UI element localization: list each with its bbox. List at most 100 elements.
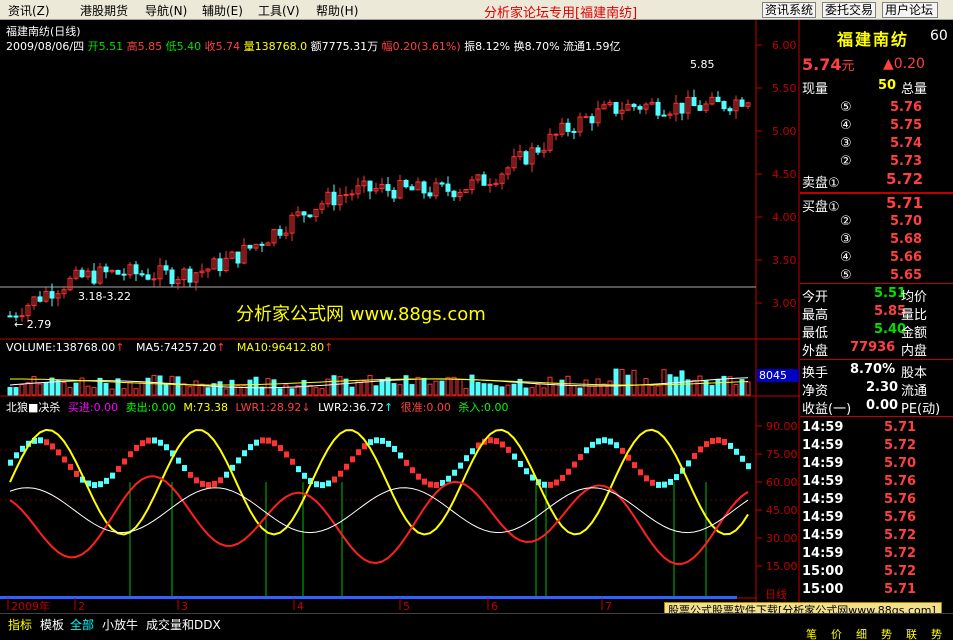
indicator-block (644, 475, 649, 482)
volume-bar (673, 376, 679, 396)
candle-body (121, 273, 127, 276)
indicator-block (284, 451, 289, 458)
candle-body (421, 181, 427, 194)
bid-level-label: ③ (840, 232, 852, 247)
vol-label: 量 (243, 40, 255, 53)
indicator-block (116, 465, 121, 472)
indicator-block (416, 473, 421, 480)
tab-template[interactable]: 模板 (40, 616, 64, 633)
candle-body (535, 147, 541, 153)
indicator-block (152, 437, 157, 444)
indicator-block (356, 449, 361, 456)
quote-tab[interactable]: 联 (906, 626, 917, 640)
candle-body (637, 106, 643, 110)
menu-item-assist[interactable]: 辅助(E) (202, 2, 243, 19)
date-axis-label: 6 (491, 600, 498, 613)
indicator-block (656, 481, 661, 488)
candle-body (19, 315, 25, 318)
stat-value: 0.00 (866, 398, 899, 413)
indicator-block (158, 439, 163, 446)
bid-level-label: ⑤ (840, 268, 852, 283)
menu-item-help[interactable]: 帮助(H) (316, 2, 358, 19)
candle-body (523, 151, 529, 165)
indicator-block (734, 448, 739, 455)
indicator-block (164, 444, 169, 451)
candle-body (589, 116, 595, 124)
quote-tab[interactable]: 价 (831, 626, 842, 640)
indicator-axis-label: 45.00 (766, 504, 798, 517)
candle-body (277, 229, 283, 236)
volume-bar (511, 383, 517, 396)
candle-body (739, 99, 745, 107)
indicator-block (512, 453, 517, 460)
candle-body (439, 182, 445, 185)
amount-value: 7775.31万 (321, 40, 379, 53)
stats-divider (800, 283, 953, 284)
turn-value: 8.70% (524, 40, 560, 53)
volume-bar (577, 387, 583, 396)
indicator-block (320, 482, 325, 489)
indicator-block (260, 437, 265, 444)
indicator-block (548, 481, 553, 488)
zongliang-label: 总量 (901, 82, 928, 97)
indicator-axis-label: 15.00 (766, 560, 798, 573)
indicator-block (608, 438, 613, 445)
menu-item-nav[interactable]: 导航(N) (145, 2, 187, 19)
xianliang-value: 50 (878, 78, 897, 93)
close-value: 5.74 (215, 40, 241, 53)
indicator-block (134, 444, 139, 451)
indicator-block (632, 462, 637, 469)
tick-price: 5.76 (884, 474, 917, 489)
candle-body (721, 101, 727, 110)
info-system-button[interactable]: 资讯系统 (762, 2, 817, 18)
stat-label: 净资 (802, 384, 829, 399)
indicator-block (368, 439, 373, 446)
date-axis-bar (0, 596, 737, 599)
indicator-axis-label: 90.00 (766, 420, 798, 433)
tick-time: 14:59 (802, 546, 844, 561)
volume-bar (475, 381, 481, 396)
tab-indicator[interactable]: 指标 (8, 616, 32, 633)
quote-tab[interactable]: 势 (931, 626, 942, 640)
header-stock-name: [福建南纺] (575, 6, 638, 21)
indicator-block (572, 461, 577, 468)
indicator-lwr1: LWR1:28.92 (235, 401, 302, 414)
trade-button[interactable]: 委托交易 (822, 2, 877, 18)
quote-tab[interactable]: 势 (881, 626, 892, 640)
indicator-block (206, 482, 211, 489)
indicator-block (266, 437, 271, 444)
range-annotation: 3.18-3.22 (78, 290, 131, 303)
indicator-block (650, 479, 655, 486)
tab-xiaofangniu[interactable]: 小放牛 (102, 616, 138, 633)
indicator-kill: 杀入:0.00 (458, 401, 509, 414)
bid-price: 5.68 (890, 232, 923, 247)
quote-tab[interactable]: 笔 (806, 626, 817, 640)
indicator-block (692, 453, 697, 460)
indicator-block (716, 437, 721, 444)
bid-price: 5.71 (886, 194, 924, 212)
indicator-block (272, 440, 277, 447)
volume-bar (343, 378, 349, 396)
quote-tab[interactable]: 细 (856, 626, 867, 640)
volume-bar (613, 368, 619, 396)
quote-panel: 福建南纺 60 5.74元 ▲0.20 现量 50 总量 ⑤ 5.76 ④ 5.75 ③… (800, 20, 953, 616)
indicator-block (422, 478, 427, 485)
tab-all[interactable]: 全部 (70, 616, 94, 633)
volume-bar (403, 375, 409, 396)
volume-bar (49, 377, 55, 396)
menu-item-hk-futures[interactable]: 港股期货 (80, 2, 128, 19)
menu-item-info[interactable]: 资讯(Z) (8, 2, 50, 19)
forum-button[interactable]: 用户论坛 (882, 2, 938, 18)
low-annotation-value: 2.79 (26, 318, 52, 331)
indicator-lwr2: LWR2:36.72 (318, 401, 384, 414)
tab-volume-ddx[interactable]: 成交量和DDX (146, 616, 221, 633)
bottom-tab-bar: 指标 模板 全部 小放牛 成交量和DDX 笔价细势联势 (0, 613, 953, 640)
indicator-block (602, 437, 607, 444)
candle-body (661, 114, 667, 117)
volume-bar (217, 381, 223, 396)
indicator-block (620, 447, 625, 454)
indicator-block (104, 477, 109, 484)
peak-annotation: 5.85 (690, 58, 715, 71)
menu-item-tools[interactable]: 工具(V) (258, 2, 300, 19)
volume-bar (163, 384, 169, 396)
